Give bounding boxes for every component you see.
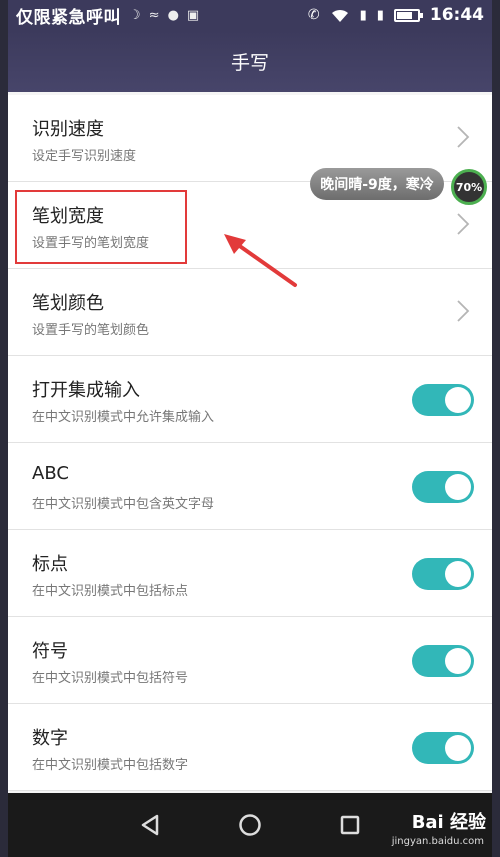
toggle-knob [445, 474, 471, 500]
setting-subtitle: 设定手写识别速度 [32, 149, 137, 164]
setting-subtitle: 在中文识别模式中包括标点 [32, 584, 189, 599]
device-frame-right [492, 0, 500, 857]
home-icon [239, 814, 261, 836]
setting-row[interactable]: ABC 在中文识别模式中包含英文字母 [8, 443, 492, 530]
device-frame-left [0, 0, 8, 857]
moon-icon: ☽ [129, 7, 141, 23]
setting-title: 笔划颜色 [32, 293, 104, 314]
setting-row[interactable]: 打开集成输入在中文识别模式中允许集成输入 [8, 356, 492, 443]
setting-title: 符号 [32, 641, 68, 662]
app-notification-icon: ● [167, 7, 179, 23]
setting-row[interactable]: 标点在中文识别模式中包括标点 [8, 530, 492, 617]
setting-subtitle: 设置手写的笔划颜色 [32, 323, 150, 338]
watermark-url: jingyan.baidu.com [391, 836, 484, 847]
recents-icon [340, 815, 360, 835]
baidu-watermark: Bai 经验 [411, 812, 486, 833]
toggle-knob [445, 735, 471, 761]
toggle-knob [445, 387, 471, 413]
setting-subtitle: 在中文识别模式中包括数字 [32, 758, 189, 773]
battery-icon [393, 8, 423, 22]
title-bar: 手写 [8, 30, 492, 92]
clock: 16:44 [429, 5, 484, 25]
carrier-text: 仅限紧急呼叫 [16, 7, 121, 28]
memory-widget[interactable]: 70% [451, 169, 487, 205]
back-icon [141, 814, 159, 836]
status-icons-right: ✆ ▮ ▮ 16:44 [308, 5, 484, 25]
setting-subtitle: 在中文识别模式中包含英文字母 [32, 497, 215, 512]
home-button[interactable] [230, 805, 270, 845]
setting-row[interactable]: 符号在中文识别模式中包括符号 [8, 617, 492, 704]
weather-widget[interactable]: 晚间晴-9度，寒冷 [310, 168, 444, 200]
toggle-switch[interactable] [412, 645, 474, 677]
chevron-right-icon [457, 126, 470, 148]
toggle-switch[interactable] [412, 384, 474, 416]
setting-title: 识别速度 [32, 119, 104, 140]
chevron-right-icon [457, 300, 470, 322]
setting-subtitle: 在中文识别模式中包括符号 [32, 671, 189, 686]
setting-title: 标点 [32, 554, 68, 575]
toggle-switch[interactable] [412, 558, 474, 590]
sim1-icon: ▮ [359, 7, 367, 23]
setting-subtitle: 在中文识别模式中允许集成输入 [32, 410, 215, 425]
back-button[interactable] [130, 805, 170, 845]
setting-row[interactable]: 数字在中文识别模式中包括数字 [8, 704, 492, 791]
vibrate-icon: ✆ [307, 7, 320, 23]
highlight-box [15, 190, 187, 264]
toggle-switch[interactable] [412, 471, 474, 503]
status-bar: 仅限紧急呼叫 ☽ ≈ ● ▣ ✆ ▮ ▮ 16:44 [8, 0, 492, 30]
toggle-switch[interactable] [412, 732, 474, 764]
sim2-icon: ▮ [376, 7, 384, 23]
page-title: 手写 [230, 51, 269, 74]
phone-screen: 仅限紧急呼叫 ☽ ≈ ● ▣ ✆ ▮ ▮ 16:44 手写 识别速度设定手写识别… [0, 0, 500, 857]
wifi-icon [331, 9, 348, 22]
setting-title: 数字 [32, 728, 68, 749]
status-icons-left: ☽ ≈ ● ▣ [129, 8, 199, 23]
wifi-small-icon: ≈ [148, 7, 160, 23]
setting-title: 打开集成输入 [32, 380, 140, 401]
toggle-knob [445, 561, 471, 587]
annotation-arrow [224, 234, 297, 287]
toggle-knob [445, 648, 471, 674]
image-icon: ▣ [186, 7, 200, 23]
chevron-right-icon [457, 213, 470, 235]
recents-button[interactable] [330, 805, 370, 845]
setting-title: ABC [32, 463, 69, 484]
